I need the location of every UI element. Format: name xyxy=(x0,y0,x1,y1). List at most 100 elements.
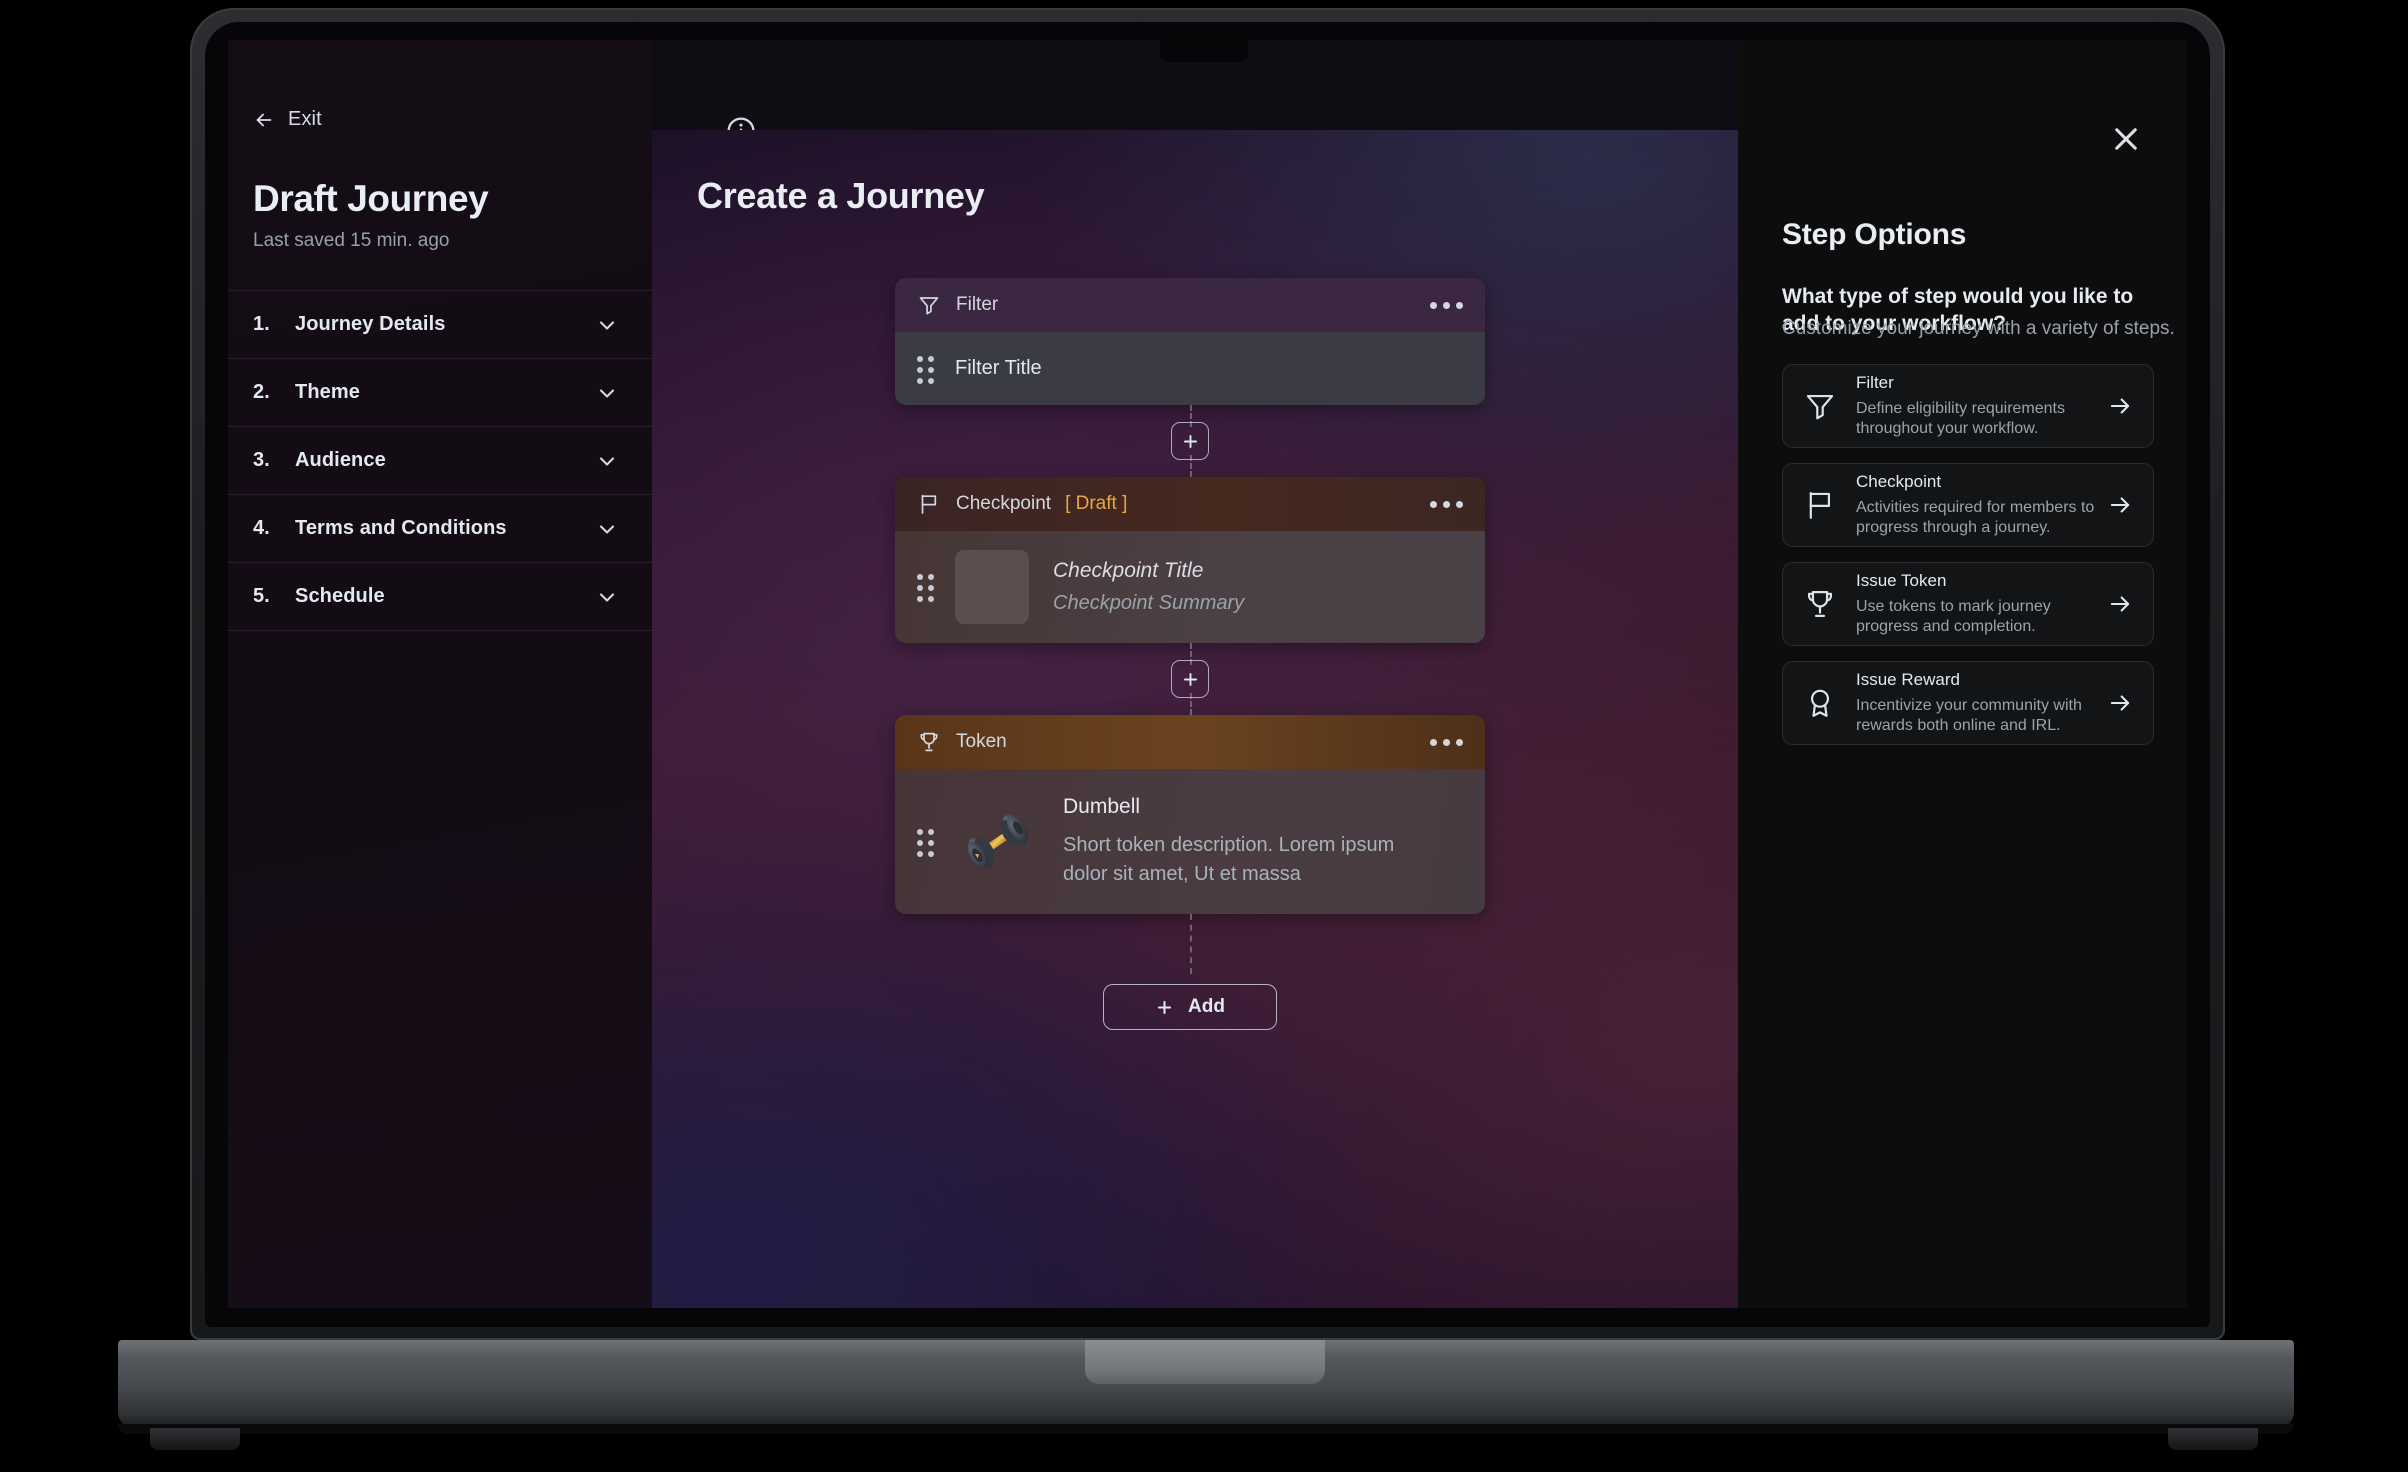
sidebar-item-number: 3. xyxy=(253,449,270,471)
checkpoint-thumbnail xyxy=(955,550,1029,624)
step-card-checkpoint[interactable]: Checkpoint [ Draft ] Checkpoint Title Ch… xyxy=(895,477,1485,643)
trophy-icon xyxy=(1803,587,1837,621)
close-icon[interactable] xyxy=(2109,122,2143,156)
sidebar-item-number: 2. xyxy=(253,381,270,403)
journey-title: Draft Journey xyxy=(253,178,489,219)
arrow-right-icon[interactable] xyxy=(2107,492,2133,518)
journey-flow: Filter Filter Title Checkpoint [Draft]… xyxy=(895,278,1485,1030)
step-card-token[interactable]: Token Dumbell Short token description. L… xyxy=(895,715,1485,914)
flag-icon xyxy=(1803,488,1837,522)
step-option-desc: Incentivize your community with rewards … xyxy=(1856,697,2082,734)
trophy-icon xyxy=(917,730,941,754)
step-option-filter[interactable]: Filter Define eligibility requirements th… xyxy=(1782,364,2154,448)
step-option-desc: Activities required for members to progr… xyxy=(1856,499,2095,536)
step-option-text: Issue Token Use tokens to mark journey pr… xyxy=(1856,571,2099,637)
chevron-down-icon[interactable] xyxy=(595,585,619,609)
filter-card-menu[interactable] xyxy=(1430,301,1463,309)
award-icon xyxy=(1803,686,1837,720)
token-description-text: Short token description. Lorem ipsum dol… xyxy=(1063,834,1395,885)
chevron-down-icon[interactable] xyxy=(595,449,619,473)
checkpoint-summary-text: Checkpoint Summary xyxy=(1053,592,1245,614)
laptop-camera-notch xyxy=(1160,40,1248,62)
arrow-right-icon[interactable] xyxy=(2107,690,2133,716)
filter-card-header: Filter xyxy=(895,278,1485,332)
sidebar-item-schedule[interactable]: 5. Schedule xyxy=(228,563,652,631)
laptop-base-shadow xyxy=(118,1424,2294,1434)
sidebar-item-label: Journey Details xyxy=(295,313,446,335)
laptop-foot-left xyxy=(150,1428,240,1450)
sidebar-item-terms-and-conditions[interactable]: 4. Terms and Conditions xyxy=(228,495,652,563)
token-title-text: Dumbell xyxy=(1063,795,1141,819)
drag-handle-icon[interactable] xyxy=(917,355,937,384)
chevron-down-icon[interactable] xyxy=(595,313,619,337)
token-card-header: Token xyxy=(895,715,1485,769)
token-card-label: Token xyxy=(956,731,1007,752)
step-option-issue-reward[interactable]: Issue Reward Incentivize your community w… xyxy=(1782,661,2154,745)
step-option-text: Filter Define eligibility requirements th… xyxy=(1856,373,2099,439)
sidebar-item-number: 1. xyxy=(253,313,270,335)
connector-3 xyxy=(895,914,1485,984)
laptop-base-lip xyxy=(1085,1340,1325,1384)
connector-1 xyxy=(895,405,1485,477)
step-option-name: Issue Token xyxy=(1856,571,1947,590)
token-text: Dumbell Short token description. Lorem i… xyxy=(1063,795,1441,888)
sidebar: Exit Draft Journey Last saved 15 min. ag… xyxy=(228,40,652,1308)
step-option-name: Filter xyxy=(1856,373,1894,392)
step-option-desc: Use tokens to mark journey progress and … xyxy=(1856,598,2051,635)
laptop-device: Exit Draft Journey Last saved 15 min. ag… xyxy=(0,0,2408,1472)
step-option-name: Issue Reward xyxy=(1856,670,1960,689)
dumbbell-image xyxy=(955,799,1041,885)
panel-subtitle: Customize your journey with a variety of… xyxy=(1782,318,2175,339)
journey-canvas: Create a Journey Filter Filter Title Che… xyxy=(652,40,1738,1308)
checkpoint-text: Checkpoint Title Checkpoint Summary xyxy=(1053,559,1244,615)
last-saved-text: Last saved 15 min. ago xyxy=(253,230,450,251)
add-step-button-2[interactable] xyxy=(1171,660,1209,698)
exit-label: Exit xyxy=(288,108,322,130)
status-badge: [ Draft ] xyxy=(1065,493,1128,514)
checkpoint-title-text: Checkpoint Title xyxy=(1053,559,1204,582)
step-option-text: Issue Reward Incentivize your community w… xyxy=(1856,670,2099,736)
checkpoint-card-menu[interactable] xyxy=(1430,500,1463,508)
sidebar-step-list: 1. Journey Details 2. Theme 3. Audience 4. Term… xyxy=(228,290,652,631)
flag-icon xyxy=(917,492,941,516)
chevron-down-icon[interactable] xyxy=(595,517,619,541)
step-option-list: Filter Define eligibility requirements th… xyxy=(1782,364,2154,745)
checkpoint-card-body: Checkpoint Title Checkpoint Summary xyxy=(895,531,1485,643)
arrow-left-icon xyxy=(253,109,275,131)
filter-title-text: Filter Title xyxy=(955,357,1042,379)
step-card-filter[interactable]: Filter Filter Title xyxy=(895,278,1485,405)
step-option-desc: Define eligibility requirements througho… xyxy=(1856,400,2065,437)
step-option-issue-token[interactable]: Issue Token Use tokens to mark journey pr… xyxy=(1782,562,2154,646)
funnel-icon xyxy=(917,293,941,317)
arrow-right-icon[interactable] xyxy=(2107,591,2133,617)
step-options-panel: Step Options What type of step would you… xyxy=(1738,40,2187,1308)
step-option-text: Checkpoint Activities required for member… xyxy=(1856,472,2099,538)
sidebar-item-label: Theme xyxy=(295,381,360,403)
sidebar-item-number: 5. xyxy=(253,585,270,607)
checkpoint-card-label: Checkpoint xyxy=(956,493,1052,514)
add-button-label: Add xyxy=(1188,996,1225,1017)
sidebar-item-theme[interactable]: 2. Theme xyxy=(228,359,652,427)
exit-button[interactable]: Exit xyxy=(228,40,652,131)
arrow-right-icon[interactable] xyxy=(2107,393,2133,419)
drag-handle-icon[interactable] xyxy=(917,574,937,602)
sidebar-item-journey-details[interactable]: 1. Journey Details xyxy=(228,291,652,359)
chevron-down-icon[interactable] xyxy=(595,381,619,405)
add-step-row: Add xyxy=(895,984,1485,1030)
sidebar-item-audience[interactable]: 3. Audience xyxy=(228,427,652,495)
sidebar-item-number: 4. xyxy=(253,517,270,539)
laptop-screen: Exit Draft Journey Last saved 15 min. ag… xyxy=(228,40,2187,1308)
page-title: Create a Journey xyxy=(697,175,985,216)
add-step-button-1[interactable] xyxy=(1171,422,1209,460)
token-card-body: Dumbell Short token description. Lorem i… xyxy=(895,769,1485,914)
checkpoint-card-header: Checkpoint [ Draft ] xyxy=(895,477,1485,531)
sidebar-item-label: Schedule xyxy=(295,585,385,607)
token-card-menu[interactable] xyxy=(1430,738,1463,746)
filter-card-label: Filter xyxy=(956,294,999,315)
connector-2 xyxy=(895,643,1485,715)
drag-handle-icon[interactable] xyxy=(917,828,937,857)
add-button[interactable]: Add xyxy=(1103,984,1277,1030)
step-option-checkpoint[interactable]: Checkpoint Activities required for member… xyxy=(1782,463,2154,547)
canvas-surface: Create a Journey Filter Filter Title Che… xyxy=(652,130,1738,1308)
funnel-icon xyxy=(1803,389,1837,423)
